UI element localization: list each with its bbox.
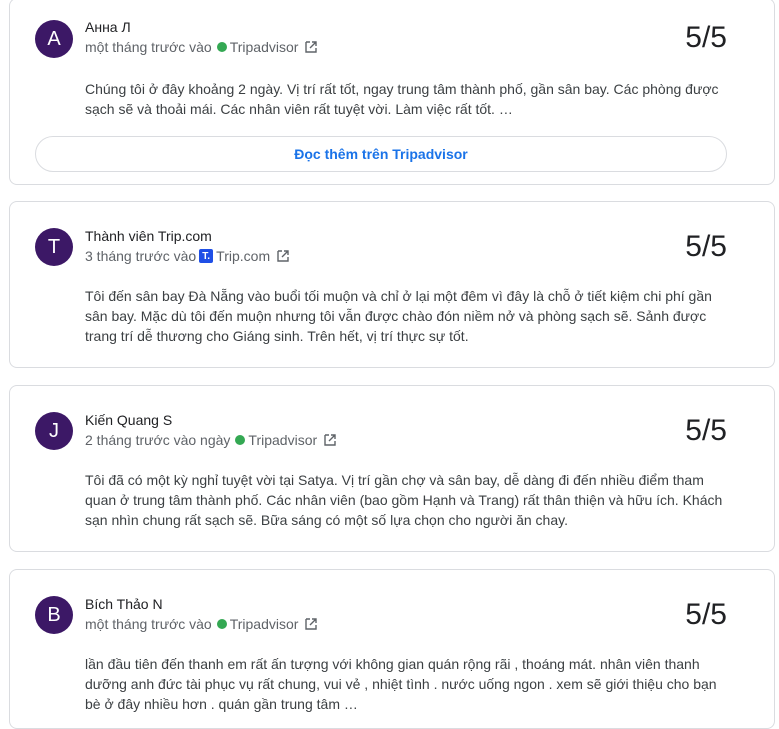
- avatar: B: [35, 596, 73, 634]
- review-text: Tôi đã có một kỳ nghỉ tuyệt vời tại Saty…: [85, 472, 723, 528]
- review-card: B Bích Thảo N một tháng trước vào Tripad…: [9, 569, 775, 729]
- review-score: 5/5: [685, 230, 727, 263]
- review-time: một tháng trước vào: [85, 616, 212, 632]
- review-time: 3 tháng trước vào: [85, 248, 197, 264]
- tripadvisor-icon: [235, 435, 246, 445]
- review-text: Tôi đến sân bay Đà Nẵng vào buổi tối muộ…: [85, 288, 712, 344]
- review-meta: 3 tháng trước vào T. Trip.com: [85, 248, 290, 264]
- review-time: một tháng trước vào: [85, 39, 212, 55]
- external-link-icon[interactable]: [304, 40, 318, 54]
- review-meta: một tháng trước vào Tripadvisor: [85, 39, 318, 55]
- external-link-icon[interactable]: [304, 617, 318, 631]
- review-card: J Kiến Quang S 2 tháng trước vào ngày Tr…: [9, 385, 775, 552]
- review-text: Chúng tôi ở đây khoảng 2 ngày. Vị trí rấ…: [85, 81, 719, 117]
- read-more-button[interactable]: Đọc thêm trên Tripadvisor: [35, 136, 727, 172]
- reviewer-name[interactable]: Bích Thảo N: [85, 596, 163, 612]
- tripcom-icon: T.: [199, 249, 214, 263]
- reviewer-name[interactable]: Thành viên Trip.com: [85, 228, 212, 244]
- review-score: 5/5: [685, 414, 727, 447]
- review-time: 2 tháng trước vào ngày: [85, 432, 231, 448]
- avatar: T: [35, 228, 73, 266]
- review-card: T Thành viên Trip.com 3 tháng trước vào …: [9, 201, 775, 368]
- review-text: lần đầu tiên đến thanh em rất ấn tượng v…: [85, 656, 717, 712]
- review-source-link[interactable]: Tripadvisor: [230, 616, 299, 632]
- reviewer-name[interactable]: Kiến Quang S: [85, 412, 172, 428]
- review-score: 5/5: [685, 598, 727, 631]
- review-score: 5/5: [685, 21, 727, 54]
- tripadvisor-icon: [216, 619, 227, 629]
- tripadvisor-icon: [216, 42, 227, 52]
- reviewer-name[interactable]: Анна Л: [85, 19, 131, 35]
- review-card: A Анна Л một tháng trước vào Tripadvisor…: [9, 0, 775, 185]
- avatar: A: [35, 20, 73, 58]
- review-source-link[interactable]: Tripadvisor: [230, 39, 299, 55]
- review-meta: 2 tháng trước vào ngày Tripadvisor: [85, 432, 337, 448]
- review-meta: một tháng trước vào Tripadvisor: [85, 616, 318, 632]
- external-link-icon[interactable]: [323, 433, 337, 447]
- review-source-link[interactable]: Trip.com: [216, 248, 270, 264]
- external-link-icon[interactable]: [276, 249, 290, 263]
- avatar: J: [35, 412, 73, 450]
- review-source-link[interactable]: Tripadvisor: [248, 432, 317, 448]
